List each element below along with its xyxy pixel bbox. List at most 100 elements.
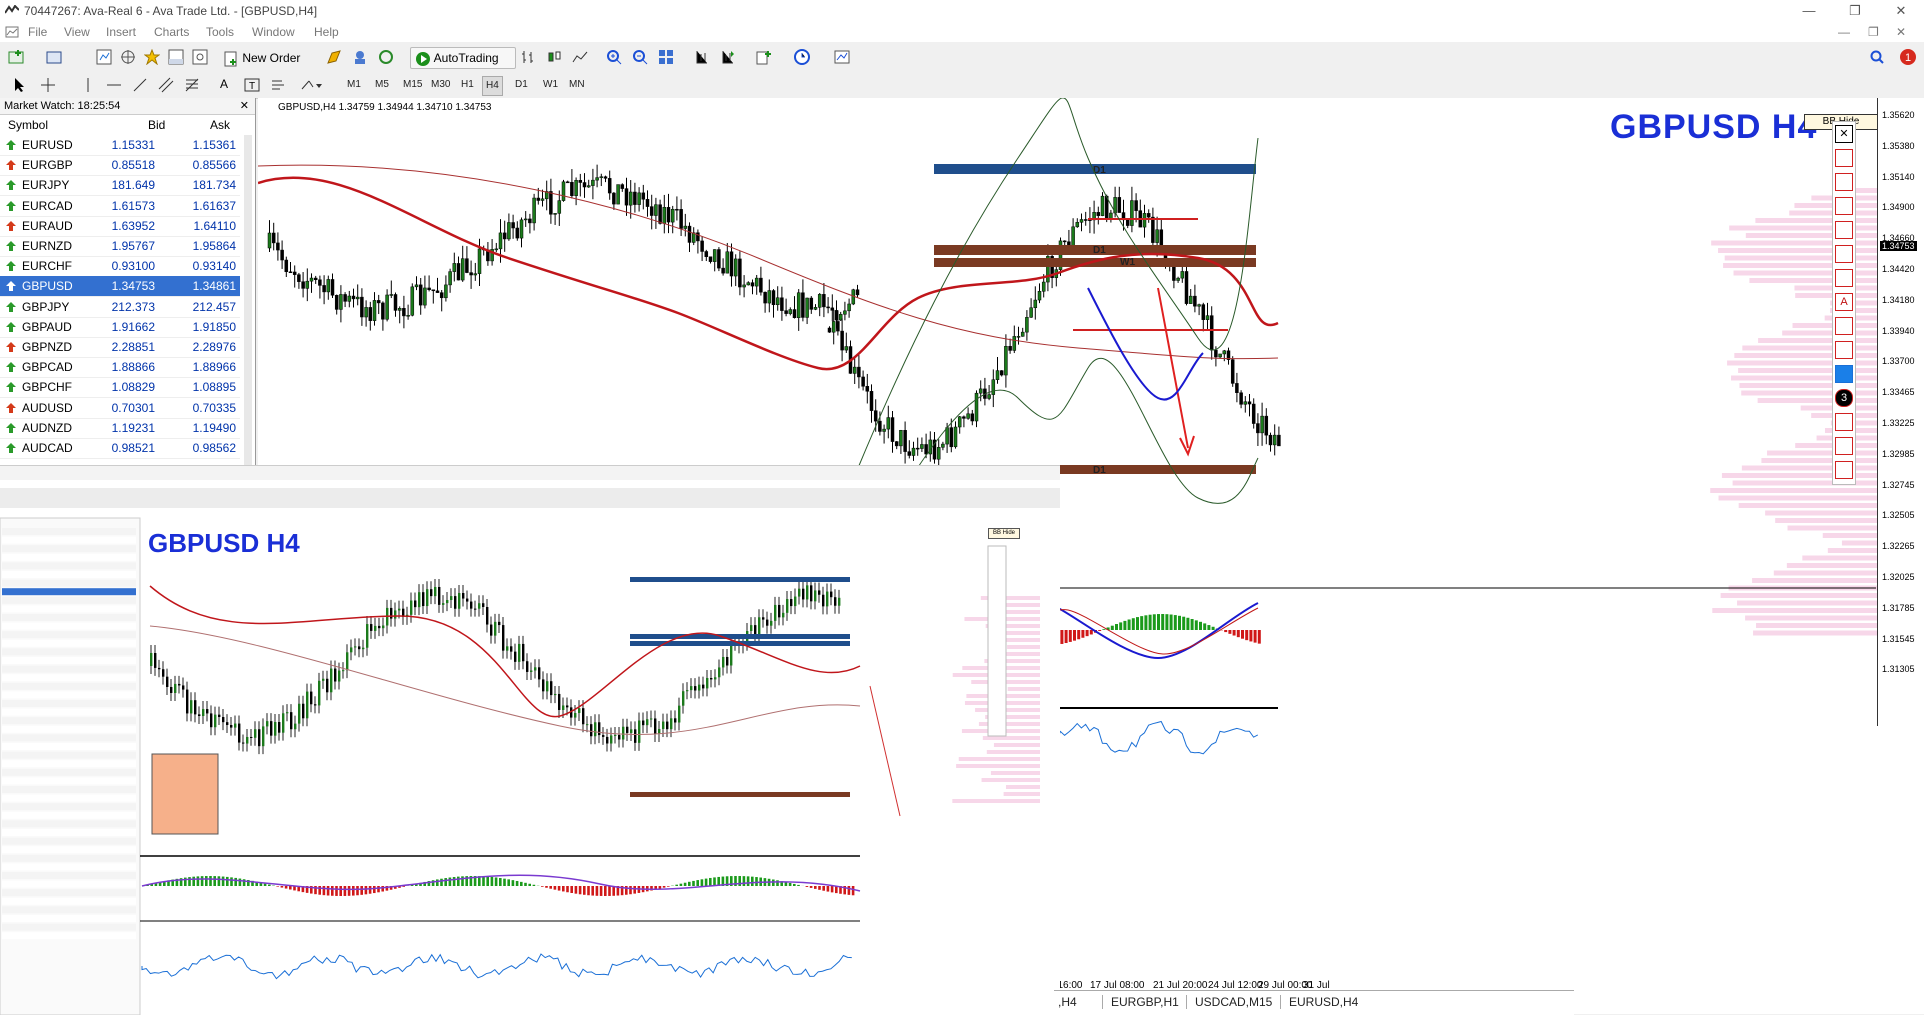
timeframe-mn[interactable]: MN	[566, 76, 588, 94]
auto-scroll-icon[interactable]	[720, 49, 736, 65]
restore-chart-icon[interactable]: ❐	[1868, 25, 1879, 39]
candlestick-icon[interactable]	[546, 49, 562, 65]
strategy-tester-icon[interactable]	[192, 49, 208, 65]
column-symbol[interactable]: Symbol	[8, 116, 48, 134]
timeframe-m15[interactable]: M15	[400, 76, 425, 94]
tab-chart-h4[interactable]: ,H4	[1058, 995, 1077, 1009]
tab-eurgbp-h1[interactable]: EURGBP,H1	[1102, 995, 1179, 1009]
column-ask[interactable]: Ask	[210, 116, 230, 134]
close-panel-icon[interactable]: ✕	[240, 98, 249, 115]
new-order-button[interactable]: New Order	[222, 47, 314, 69]
scissors-tool-icon[interactable]	[1835, 461, 1853, 479]
timeframe-m1[interactable]: M1	[344, 76, 364, 94]
market-watch-row[interactable]: EURAUD1.639521.64110	[0, 216, 240, 237]
timeframe-w1[interactable]: W1	[540, 76, 561, 94]
templates-icon[interactable]	[834, 49, 852, 65]
market-watch-row[interactable]: GBPAUD1.916621.91850	[0, 317, 240, 338]
menu-charts[interactable]: Charts	[154, 25, 189, 39]
terminal-icon[interactable]	[168, 49, 184, 65]
fill-tool-icon[interactable]	[1835, 317, 1853, 335]
text-label-icon[interactable]: T	[244, 77, 260, 93]
arrow-tool-icon[interactable]	[1835, 221, 1853, 239]
crosshair-icon[interactable]	[40, 77, 56, 93]
market-watch-row[interactable]: EURCAD1.615731.61637	[0, 196, 240, 217]
rectangle-tool-icon[interactable]	[1835, 245, 1853, 263]
search-icon[interactable]	[1870, 50, 1884, 64]
metaeditor-icon[interactable]	[326, 49, 342, 65]
tab-usdcad-m15[interactable]: USDCAD,M15	[1186, 995, 1272, 1009]
trash-tool-icon[interactable]	[1835, 341, 1853, 359]
crosshair-navigator-icon[interactable]	[120, 49, 136, 65]
market-watch-row[interactable]: AUDUSD0.703010.70335	[0, 398, 240, 419]
zoom-in-icon[interactable]	[606, 49, 622, 65]
favorites-star-icon[interactable]	[144, 49, 160, 65]
timeframe-d1[interactable]: D1	[512, 76, 531, 94]
equidistant-channel-icon[interactable]	[158, 77, 174, 93]
market-watch-row[interactable]: EURCHF0.931000.93140	[0, 256, 240, 277]
timeframe-h4[interactable]: H4	[482, 76, 503, 96]
timeframe-h1[interactable]: H1	[458, 76, 477, 94]
embedded-candle	[582, 708, 584, 724]
vertical-line-icon[interactable]	[80, 77, 96, 93]
notification-badge-icon[interactable]: 1	[1898, 47, 1918, 67]
arrows-icon[interactable]	[270, 77, 286, 93]
market-watch-row[interactable]: AUDCAD0.985210.98562	[0, 438, 240, 459]
close-button[interactable]: ✕	[1878, 0, 1924, 22]
market-watch-row[interactable]: EURGBP0.855180.85566	[0, 155, 240, 176]
indicators-icon[interactable]	[756, 49, 774, 65]
market-watch-row[interactable]: GBPUSD1.347531.34861	[0, 276, 240, 297]
tab-eurusd-h4[interactable]: EURUSD,H4	[1280, 995, 1358, 1009]
circle-tool-icon[interactable]	[1835, 269, 1853, 287]
close-chart-icon[interactable]: ✕	[1896, 25, 1906, 39]
bar-chart-icon[interactable]	[520, 49, 536, 65]
pen-tool-icon[interactable]	[1835, 173, 1853, 191]
timeframe-m5[interactable]: M5	[372, 76, 392, 94]
minimize-chart-icon[interactable]: —	[1838, 25, 1850, 39]
menu-help[interactable]: Help	[314, 25, 339, 39]
close-tool-icon[interactable]: ✕	[1835, 125, 1853, 143]
market-watch-row[interactable]: EURJPY181.649181.734	[0, 175, 240, 196]
menu-view[interactable]: View	[64, 25, 90, 39]
menu-insert[interactable]: Insert	[106, 25, 136, 39]
line-chart-icon[interactable]	[572, 49, 588, 65]
market-watch-row[interactable]: EURUSD1.153311.15361	[0, 135, 240, 156]
menu-tools[interactable]: Tools	[206, 25, 234, 39]
market-watch-row[interactable]: EURNZD1.957671.95864	[0, 236, 240, 257]
text-tool-icon[interactable]: A	[1835, 293, 1853, 311]
auto-trading-button[interactable]: AutoTrading	[410, 47, 516, 69]
chart-shift-icon[interactable]	[694, 49, 710, 65]
restore-button[interactable]: ❐	[1832, 0, 1878, 22]
horizontal-line-icon[interactable]	[106, 77, 122, 93]
market-watch-row[interactable]: GBPCAD1.888661.88966	[0, 357, 240, 378]
pointer-tool-icon[interactable]	[1835, 149, 1853, 167]
market-watch-icon[interactable]	[96, 49, 112, 65]
market-watch-scrollbar[interactable]	[244, 135, 252, 465]
new-chart-icon[interactable]	[8, 50, 26, 64]
market-watch-row[interactable]: AUDNZD1.192311.19490	[0, 418, 240, 439]
periods-clock-icon[interactable]	[794, 49, 812, 65]
market-watch-row[interactable]: GBPJPY212.373212.457	[0, 297, 240, 318]
save-tool-icon[interactable]	[1835, 437, 1853, 455]
count-tool-icon[interactable]: 3	[1835, 389, 1853, 407]
tile-windows-icon[interactable]	[658, 49, 674, 65]
timeframe-m30[interactable]: M30	[428, 76, 453, 94]
signals-icon[interactable]	[352, 49, 368, 65]
menu-window[interactable]: Window	[252, 25, 295, 39]
text-tool-icon[interactable]: A	[220, 77, 228, 91]
fibonacci-icon[interactable]	[184, 77, 200, 93]
shapes-dropdown-icon[interactable]	[300, 77, 322, 93]
menu-file[interactable]: File	[28, 25, 47, 39]
trendline-icon[interactable]	[132, 77, 148, 93]
market-icon[interactable]	[378, 49, 394, 65]
zoom-out-icon[interactable]	[632, 49, 648, 65]
market-watch-row[interactable]: GBPNZD2.288512.28976	[0, 337, 240, 358]
minimize-button[interactable]: —	[1786, 0, 1832, 22]
wave-tool-icon[interactable]	[1835, 197, 1853, 215]
clock-tool-icon[interactable]	[1835, 413, 1853, 431]
cursor-icon[interactable]	[12, 77, 28, 93]
column-bid[interactable]: Bid	[148, 116, 165, 134]
price-scale[interactable]: 1.356201.353801.351401.349001.346601.344…	[1877, 98, 1924, 726]
color-tool-icon[interactable]	[1835, 365, 1853, 383]
profiles-icon[interactable]	[46, 50, 64, 64]
market-watch-row[interactable]: GBPCHF1.088291.08895	[0, 377, 240, 398]
